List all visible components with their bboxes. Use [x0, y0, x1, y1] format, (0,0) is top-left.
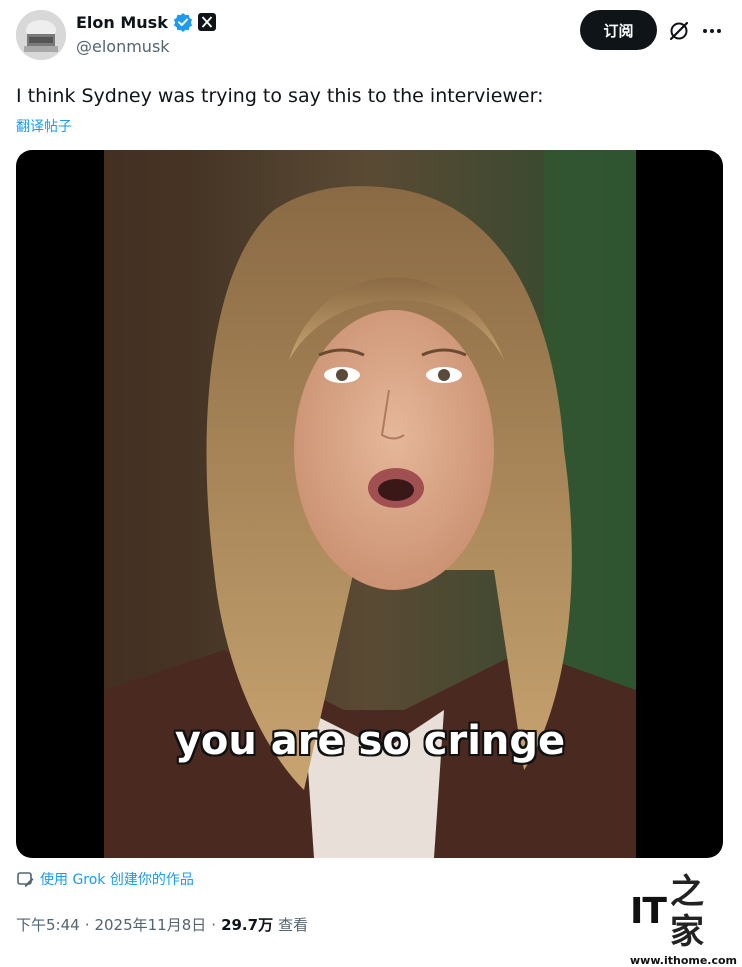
views-count: 29.7万: [221, 916, 274, 934]
ithome-url: www.ithome.com: [630, 954, 738, 967]
ithome-logo: IT 之家: [630, 872, 734, 952]
author-handle[interactable]: @elonmusk: [76, 37, 170, 56]
grok-create-label[interactable]: 使用 Grok 创建你的作品: [40, 869, 194, 889]
ithome-watermark: IT 之家 www.ithome.com: [630, 872, 737, 967]
video-caption: you are so cringe: [174, 718, 566, 764]
views-label: 查看: [278, 916, 309, 934]
post-meta: 下午5:44 · 2025年11月8日 · 29.7万 查看: [16, 914, 308, 935]
verified-badge-icon: [173, 12, 193, 32]
translate-post-link[interactable]: 翻译帖子: [16, 116, 72, 136]
grok-create-link[interactable]: 使用 Grok 创建你的作品: [16, 869, 194, 889]
meta-separator: ·: [84, 915, 90, 934]
post-time[interactable]: 下午5:44: [16, 914, 80, 935]
meta-separator: ·: [211, 915, 217, 934]
video-frame[interactable]: you are so cringe: [104, 150, 636, 858]
ithome-logo-chinese: 之家: [669, 872, 704, 952]
more-horizontal-icon[interactable]: [700, 19, 724, 43]
author-display-name[interactable]: Elon Musk: [76, 13, 168, 32]
tweet-text: I think Sydney was trying to say this to…: [16, 85, 544, 107]
subscribe-button[interactable]: 订阅: [580, 10, 657, 50]
post-date[interactable]: 2025年11月8日: [94, 914, 206, 935]
ithome-logo-text: IT: [630, 891, 667, 932]
grok-icon[interactable]: [667, 19, 691, 43]
x-logo-icon: [197, 13, 216, 31]
grok-edit-icon: [16, 870, 34, 888]
avatar[interactable]: [16, 10, 66, 60]
video-media[interactable]: you are so cringe: [16, 150, 723, 858]
